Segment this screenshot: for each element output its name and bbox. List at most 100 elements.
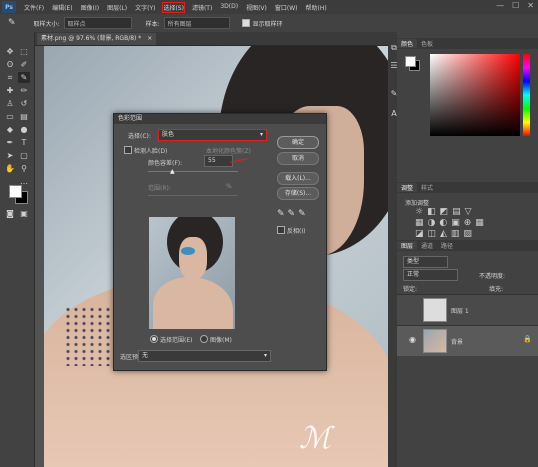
- hue-slider[interactable]: [523, 54, 530, 136]
- dodge-tool-icon[interactable]: ●: [18, 124, 30, 135]
- healing-tool-icon[interactable]: ✚: [4, 85, 16, 96]
- cancel-button[interactable]: 取消: [277, 152, 319, 165]
- chevron-down-icon: ▾: [263, 352, 267, 359]
- lasso-tool-icon[interactable]: ʘ: [4, 59, 16, 70]
- right-panels: 颜色 色板 调整 样式 添加调整 ☼◧◩▤▽ ▦◑◐▣⊕▦ ◪◫◭▥▨ 图层 通…: [397, 32, 538, 467]
- maximize-button[interactable]: ☐: [512, 1, 519, 10]
- detect-faces-checkbox[interactable]: [124, 146, 132, 154]
- image-radio-label: 图像(M): [210, 337, 232, 344]
- fuzziness-slider[interactable]: [148, 171, 238, 172]
- close-window-button[interactable]: ✕: [527, 1, 534, 10]
- color-range-dialog: 色彩范围 选择(C): 肤色 ▾ 检测人脸(D) 本地化颜色簇(Z) 颜色容差(…: [113, 113, 327, 371]
- history-brush-icon[interactable]: ↺: [18, 98, 30, 109]
- minimize-button[interactable]: —: [496, 1, 504, 10]
- quick-select-tool-icon[interactable]: ✐: [18, 59, 30, 70]
- adjust-title: 添加调整: [405, 200, 430, 207]
- tab-styles[interactable]: 样式: [417, 183, 437, 192]
- eyedropper-icon[interactable]: ✎: [8, 18, 16, 28]
- adjustment-icons-row-1[interactable]: ☼◧◩▤▽: [415, 207, 476, 217]
- fuzziness-label: 颜色容差(F):: [148, 160, 183, 167]
- invert-checkbox[interactable]: [277, 226, 285, 234]
- select-label: 选择(C):: [128, 133, 151, 140]
- close-tab-icon[interactable]: ×: [147, 35, 152, 42]
- preview-blue-makeup: [181, 247, 195, 255]
- tab-color[interactable]: 颜色: [397, 39, 418, 48]
- invert-label: 反相(I): [287, 228, 306, 235]
- eraser-tool-icon[interactable]: ▭: [4, 111, 16, 122]
- signature-watermark: ℳ: [299, 421, 332, 456]
- tab-swatches[interactable]: 色板: [417, 39, 437, 48]
- menu-file[interactable]: 文件(F): [24, 3, 44, 12]
- layer-row[interactable]: ◉ 背景 🔒: [397, 325, 538, 356]
- marquee-tool-icon[interactable]: ⬚: [18, 46, 30, 57]
- move-tool-icon[interactable]: ✥: [4, 46, 16, 57]
- document-tab-bar: 素材.png @ 97.6% (背景, RGB/8) * ×: [35, 32, 395, 46]
- layer-row[interactable]: 图层 1: [397, 294, 538, 325]
- screen-mode-icon[interactable]: ▣: [18, 208, 30, 219]
- layer-kind-filter[interactable]: 类型: [403, 256, 448, 268]
- localized-label: 本地化颜色簇(Z): [206, 148, 251, 155]
- layers-panel-tabs: 图层 通道 路径: [397, 240, 538, 251]
- document-tab-label: 素材.png @ 97.6% (背景, RGB/8) *: [41, 35, 142, 42]
- menu-help[interactable]: 帮助(H): [306, 3, 327, 12]
- eyedropper-tool-icon[interactable]: ✎: [18, 72, 30, 83]
- gradient-tool-icon[interactable]: ▤: [18, 111, 30, 122]
- visibility-eye-icon[interactable]: ◉: [409, 335, 416, 344]
- menu-type[interactable]: 文字(Y): [135, 3, 155, 12]
- slider-thumb-icon[interactable]: ▲: [170, 168, 175, 175]
- selection-radio[interactable]: [150, 335, 158, 343]
- menu-image[interactable]: 图像(I): [81, 3, 99, 12]
- select-value: 肤色: [162, 131, 175, 138]
- select-dropdown[interactable]: 肤色 ▾: [158, 129, 267, 141]
- window-controls: — ☐ ✕: [496, 1, 534, 10]
- path-select-icon[interactable]: ➤: [4, 150, 16, 161]
- sample-value: 所有图层: [167, 20, 192, 28]
- menu-3d[interactable]: 3D(D): [220, 3, 238, 12]
- menu-select[interactable]: 选择(S): [162, 1, 185, 13]
- show-ring-checkbox[interactable]: [241, 19, 250, 27]
- blend-mode-label: 正常: [407, 271, 420, 278]
- hand-tool-icon[interactable]: ✋: [4, 163, 16, 174]
- image-radio[interactable]: [200, 335, 208, 343]
- pen-tool-icon[interactable]: ✒: [4, 137, 16, 148]
- sample-size-select[interactable]: 取样点: [63, 17, 132, 29]
- shape-tool-icon[interactable]: ▢: [18, 150, 30, 161]
- foreground-color-swatch[interactable]: [9, 185, 22, 198]
- menu-edit[interactable]: 编辑(E): [52, 3, 72, 12]
- brush-tool-icon[interactable]: ✏: [18, 85, 30, 96]
- layer-thumbnail: [423, 329, 447, 353]
- tools-panel: ✥ ⬚ ʘ ✐ ⌗ ✎ ✚ ✏ ♙ ↺ ▭ ▤ ◆ ● ✒ T ➤ ▢ ✋ ⚲ …: [0, 32, 35, 467]
- dialog-title: 色彩范围: [118, 115, 143, 122]
- adjustment-icons-row-2[interactable]: ▦◑◐▣⊕▦: [415, 218, 488, 228]
- layer-name: 背景: [451, 339, 464, 346]
- quick-mask-icon[interactable]: ◙: [4, 208, 16, 219]
- adjustment-icons-row-3[interactable]: ◪◫◭▥▨: [415, 229, 476, 239]
- blur-tool-icon[interactable]: ◆: [4, 124, 16, 135]
- tab-layers[interactable]: 图层: [397, 241, 418, 250]
- menu-window[interactable]: 窗口(W): [275, 3, 298, 12]
- menu-filter[interactable]: 滤镜(T): [192, 3, 212, 12]
- eyedropper-icons[interactable]: ✎✎✎: [277, 209, 309, 219]
- type-tool-icon[interactable]: T: [18, 137, 30, 148]
- color-field[interactable]: [430, 54, 520, 136]
- sample-select[interactable]: 所有图层: [163, 17, 230, 29]
- fuzziness-input[interactable]: 55: [204, 155, 233, 167]
- save-button[interactable]: 存储(S)...: [277, 187, 319, 200]
- ok-button[interactable]: 确定: [277, 136, 319, 149]
- opacity-label: 不透明度:: [479, 273, 506, 280]
- tab-paths[interactable]: 路径: [437, 241, 457, 250]
- load-button[interactable]: 载入(L)...: [277, 172, 319, 185]
- sample-size-value: 取样点: [67, 20, 86, 28]
- blend-mode-select[interactable]: 正常: [403, 269, 458, 281]
- tab-adjustments[interactable]: 调整: [397, 183, 418, 192]
- menu-view[interactable]: 视图(V): [246, 3, 267, 12]
- menu-layer[interactable]: 图层(L): [107, 3, 127, 12]
- range-unit: %: [226, 183, 232, 190]
- stamp-tool-icon[interactable]: ♙: [4, 98, 16, 109]
- document-tab[interactable]: 素材.png @ 97.6% (背景, RGB/8) * ×: [37, 33, 157, 45]
- panel-foreground-swatch[interactable]: [405, 56, 416, 67]
- tab-channels[interactable]: 通道: [417, 241, 437, 250]
- crop-tool-icon[interactable]: ⌗: [4, 72, 16, 83]
- zoom-tool-icon[interactable]: ⚲: [18, 163, 30, 174]
- preview-select[interactable]: 无 ▾: [138, 350, 271, 362]
